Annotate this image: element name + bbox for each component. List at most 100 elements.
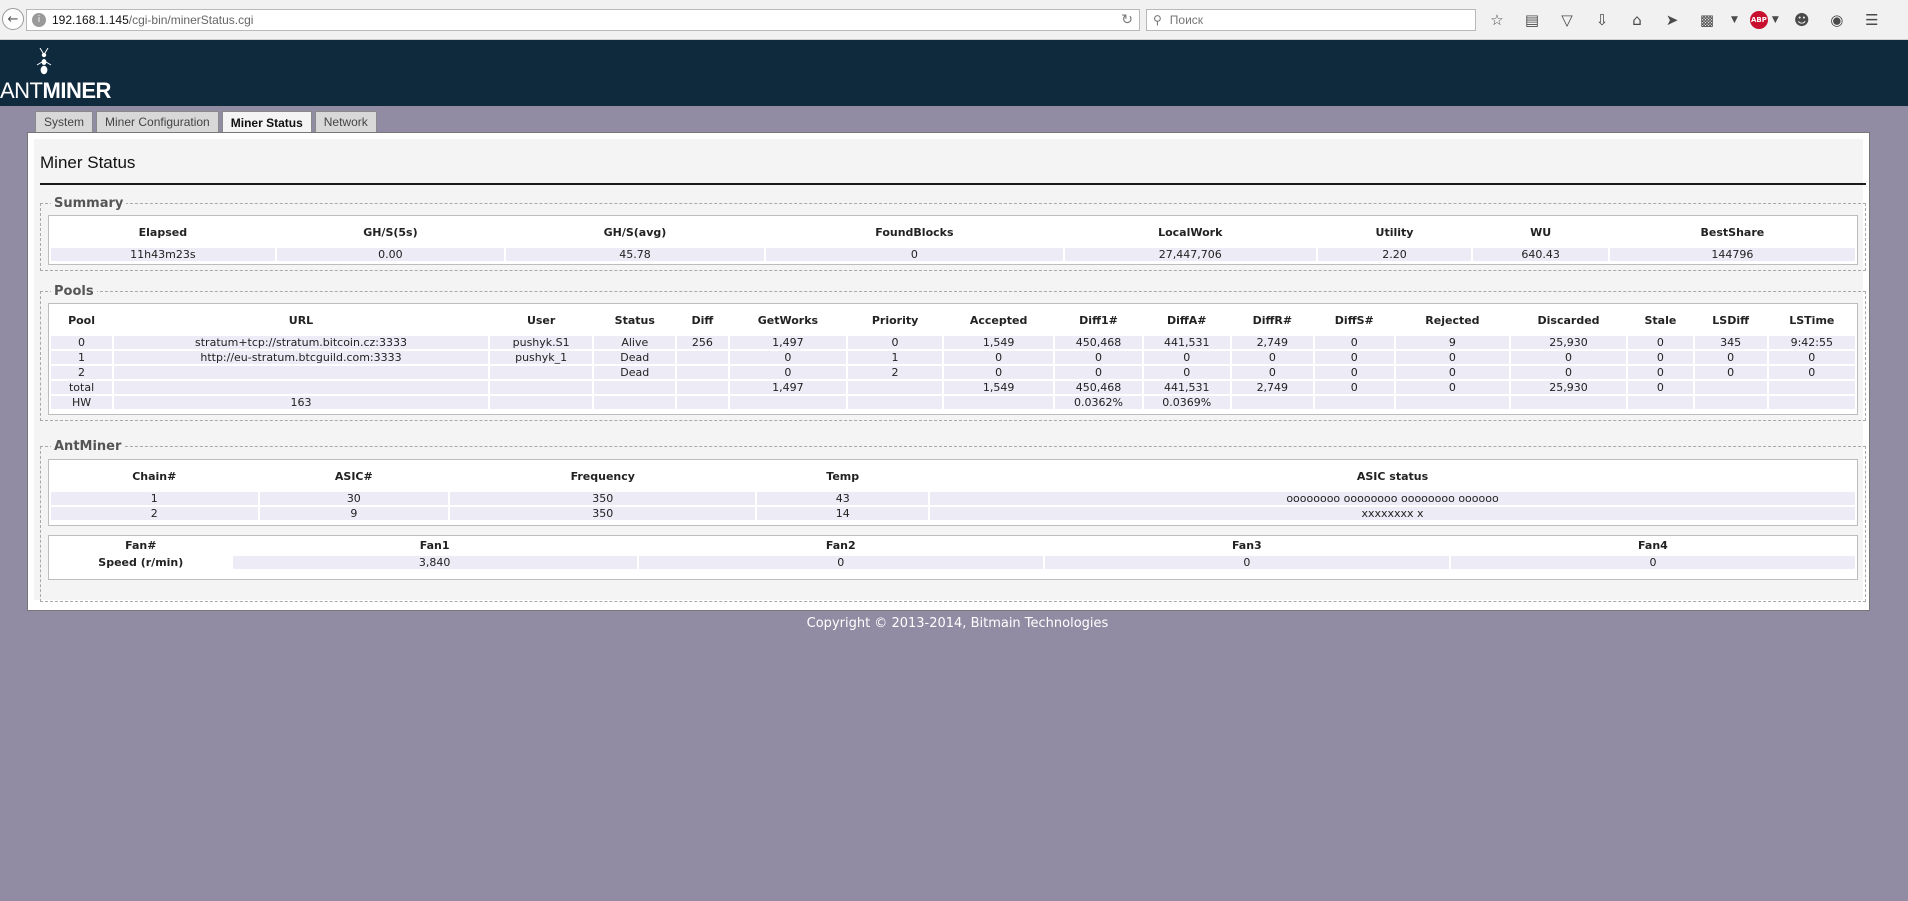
browser-search-box[interactable]: ⚲ [1146, 9, 1476, 31]
asic-header-temp: Temp [757, 462, 929, 490]
pool-row: total 1,497 1,549 450,468 441,531 2,749 0 0 25,9… [51, 381, 1855, 394]
pool-cell-diff1: 450,468 [1055, 336, 1142, 349]
pocket-icon[interactable]: ▽ [1556, 9, 1578, 31]
asic-header-asic-status: ASIC status [930, 462, 1855, 490]
pool-cell-url: http://eu-stratum.btcguild.com:3333 [114, 351, 488, 364]
antminer-legend: AntMiner [54, 439, 122, 454]
chain-row: 2 9 350 14 xxxxxxxx x [51, 507, 1855, 520]
pool-cell-rejected: 0 [1395, 351, 1510, 364]
summary-header-utility: Utility [1317, 218, 1472, 246]
chain-cell-frequency: 350 [450, 492, 756, 505]
browser-toolbar-icons: ☆ ▤ ▽ ⇩ ⌂ ➤ ▩ ▼ ABP ▼ ☻ ◉ ☰ [1486, 9, 1896, 31]
summary-cell-elapsed: 11h43m23s [51, 248, 275, 261]
pool-cell-status: Alive [594, 336, 676, 349]
pool-cell-getworks: 1,497 [729, 336, 847, 349]
home-icon[interactable]: ⌂ [1626, 9, 1648, 31]
screenshot-icon[interactable]: ▩ [1696, 9, 1718, 31]
pools-header-diffa: DiffA# [1143, 306, 1230, 334]
fan-header-fan4: Fan4 [1450, 538, 1855, 554]
chain-cell-asic: 30 [259, 492, 449, 505]
pool-cell-accepted [943, 396, 1054, 409]
chat-icon[interactable]: ☻ [1791, 9, 1813, 31]
fan-speed-4: 0 [1450, 556, 1855, 569]
address-bar[interactable]: i 192.168.1.145/cgi-bin/minerStatus.cgi … [26, 9, 1140, 31]
pool-cell-priority: 2 [848, 366, 942, 379]
summary-table-box: Elapsed GH/S(5s) GH/S(avg) FoundBlocks Local… [48, 215, 1858, 265]
pool-cell-stale [1628, 396, 1693, 409]
pools-header-lsdiff: LSDiff [1694, 306, 1767, 334]
pool-cell-diffs [1314, 396, 1394, 409]
pool-cell-lsdiff [1694, 396, 1767, 409]
pools-header-discarded: Discarded [1511, 306, 1627, 334]
pool-cell-discarded [1511, 396, 1627, 409]
pool-cell-status: Dead [594, 351, 676, 364]
tab-system[interactable]: System [35, 111, 94, 132]
nav-tabs: System Miner Configuration Miner Status … [35, 111, 380, 133]
site-info-icon[interactable]: i [32, 13, 46, 27]
pool-cell-stale: 0 [1628, 366, 1693, 379]
fan-header-fan3: Fan3 [1044, 538, 1449, 554]
pool-cell-url: stratum+tcp://stratum.bitcoin.cz:3333 [114, 336, 488, 349]
pools-header-stale: Stale [1628, 306, 1693, 334]
pool-cell-diffs: 0 [1314, 366, 1394, 379]
pools-header-user: User [489, 306, 593, 334]
extension-icon[interactable]: ◉ [1826, 9, 1848, 31]
pool-cell-rejected: 0 [1395, 366, 1510, 379]
main-content: Miner Status Summary Elapsed GH/S(5s) GH/S… [34, 139, 1866, 602]
pool-cell-priority: 0 [848, 336, 942, 349]
pool-cell-accepted: 1,549 [943, 336, 1054, 349]
pool-row: 0 stratum+tcp://stratum.bitcoin.cz:3333 pu… [51, 336, 1855, 349]
pool-cell-status [594, 381, 676, 394]
pool-cell-diffr: 0 [1231, 366, 1313, 379]
chain-row: 1 30 350 43 oooooooo oooooooo oooooooo ooooo… [51, 492, 1855, 505]
pools-legend: Pools [54, 284, 94, 299]
pool-cell-diff [677, 351, 728, 364]
pool-cell-user: pushyk_1 [489, 351, 593, 364]
pool-cell-stale: 0 [1628, 351, 1693, 364]
pool-cell-pool: 0 [51, 336, 113, 349]
reading-list-icon[interactable]: ▤ [1521, 9, 1543, 31]
fan-speed-2: 0 [638, 556, 1043, 569]
pool-cell-diff: 256 [677, 336, 728, 349]
tab-miner-configuration[interactable]: Miner Configuration [96, 111, 219, 132]
pool-cell-lstime: 9:42:55 [1768, 336, 1855, 349]
menu-icon[interactable]: ☰ [1861, 9, 1883, 31]
chain-cell-chain: 1 [51, 492, 258, 505]
pool-cell-diff1: 0 [1055, 351, 1142, 364]
pool-cell-priority: 1 [848, 351, 942, 364]
adblock-menu-chevron-icon[interactable]: ▼ [1772, 15, 1779, 25]
pool-cell-lsdiff: 345 [1694, 336, 1767, 349]
pool-cell-diffr: 0 [1231, 351, 1313, 364]
summary-cell-bestshare: 144796 [1609, 248, 1855, 261]
fan-speed-label: Speed (r/min) [51, 556, 231, 569]
reload-icon[interactable]: ↻ [1121, 12, 1133, 28]
tab-network[interactable]: Network [314, 111, 377, 132]
summary-header-localwork: LocalWork [1064, 218, 1316, 246]
downloads-icon[interactable]: ⇩ [1591, 9, 1613, 31]
chevron-down-icon[interactable]: ▼ [1731, 15, 1738, 25]
pool-cell-user [489, 366, 593, 379]
pool-cell-user [489, 381, 593, 394]
fan-table-box: Fan# Fan1 Fan2 Fan3 Fan4 Speed (r/min) 3,840 0… [48, 535, 1858, 580]
pools-header-diff1: Diff1# [1055, 306, 1142, 334]
pools-header-status: Status [594, 306, 676, 334]
back-button[interactable]: ← [2, 8, 24, 30]
site-header: ANTMINER [0, 40, 1908, 106]
chain-cell-chain: 2 [51, 507, 258, 520]
search-icon: ⚲ [1153, 13, 1162, 27]
pool-cell-diffa: 0.0369% [1143, 396, 1230, 409]
page-title: Miner Status [40, 153, 136, 172]
send-icon[interactable]: ➤ [1661, 9, 1683, 31]
browser-search-input[interactable] [1167, 12, 1462, 28]
pools-header-diffs: DiffS# [1314, 306, 1394, 334]
asic-header-frequency: Frequency [450, 462, 756, 490]
tab-miner-status[interactable]: Miner Status [221, 111, 312, 133]
pool-row: HW 163 0.0362% 0.0369% [51, 396, 1855, 409]
adblock-icon[interactable]: ABP [1749, 11, 1768, 29]
bookmark-star-icon[interactable]: ☆ [1486, 9, 1508, 31]
pool-cell-diff [677, 366, 728, 379]
url-host: 192.168.1.145 [52, 13, 129, 27]
chain-cell-frequency: 350 [450, 507, 756, 520]
logo-text-miner: MINER [42, 78, 112, 103]
pool-cell-discarded: 25,930 [1511, 381, 1627, 394]
